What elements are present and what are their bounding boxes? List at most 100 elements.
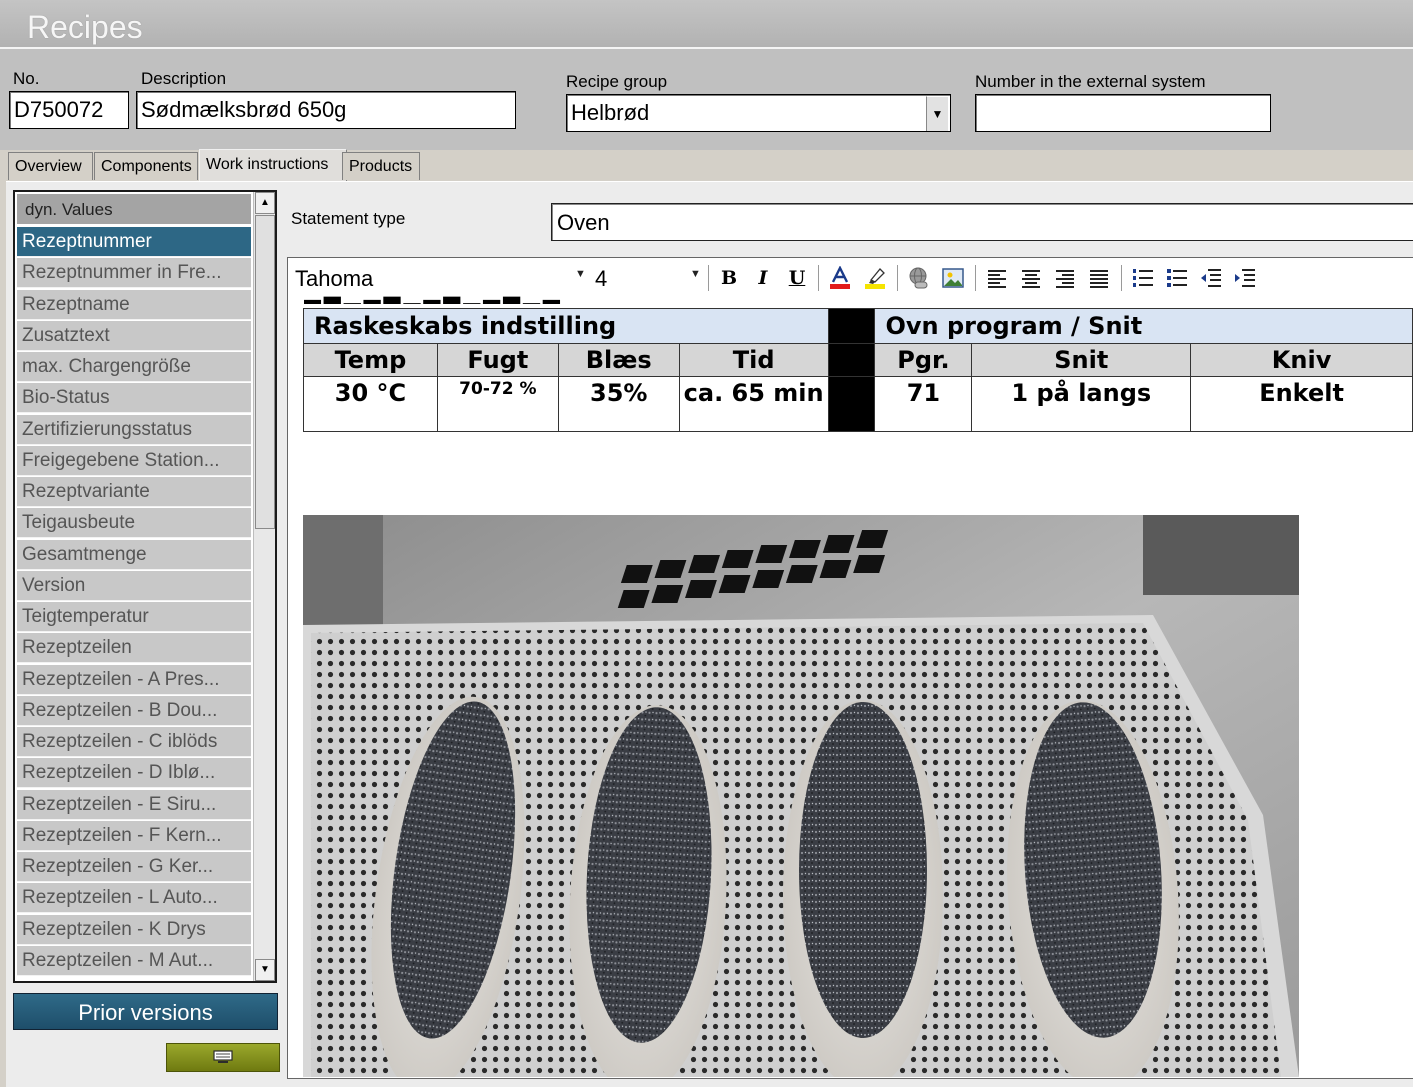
column-header-program: Pgr. [874, 343, 973, 377]
globe-link-icon [909, 267, 928, 289]
scroll-up-button[interactable]: ▲ [255, 192, 275, 214]
tab-work-instructions[interactable]: Work instructions [199, 149, 347, 181]
align-center-button[interactable] [1019, 266, 1043, 290]
clipped-text-line: ▂▃▁▂▃▁▂▃▁▂▃▁▂ [304, 294, 564, 304]
align-left-icon [988, 270, 1006, 288]
dyn-values-header: dyn. Values [17, 194, 251, 224]
statement-type-field[interactable]: Oven [551, 203, 1413, 241]
recipe-group-dropdown-button[interactable]: ▼ [926, 96, 948, 131]
list-item[interactable]: Rezeptnummer [17, 227, 251, 257]
recipe-group-select[interactable]: Helbrød [566, 94, 951, 132]
list-item[interactable]: Freigegebene Station... [17, 445, 251, 476]
bold-button[interactable]: B [717, 266, 741, 290]
font-dropdown-icon[interactable]: ▼ [575, 268, 586, 280]
toolbar-separator [897, 265, 898, 291]
dyn-values-scrollbar[interactable]: ▲ ▼ [253, 192, 275, 981]
bullet-list-button[interactable] [1165, 266, 1189, 290]
chevron-down-icon: ▼ [260, 964, 270, 975]
insert-image-button[interactable] [941, 266, 965, 290]
italic-button[interactable]: I [751, 266, 775, 290]
recipe-number-field[interactable]: D750072 [9, 91, 129, 129]
tab-products[interactable]: Products [342, 152, 420, 180]
align-right-icon [1056, 270, 1074, 288]
column-header-humidity: Fugt [436, 343, 559, 377]
description-field[interactable]: Sødmælksbrød 650g [136, 91, 516, 129]
size-dropdown-icon[interactable]: ▼ [690, 268, 701, 280]
bullet-list-icon [1167, 269, 1187, 287]
font-color-button[interactable] [828, 266, 852, 290]
list-item[interactable]: Rezeptvariante [17, 477, 251, 507]
list-item[interactable]: Rezeptzeilen - B Dou... [17, 695, 251, 726]
oven-settings-table: Raskeskabs indstilling Ovn program / Sni… [303, 308, 1413, 432]
align-left-button[interactable] [985, 266, 1009, 290]
column-header-cut: Snit [971, 343, 1192, 377]
indent-button[interactable] [1233, 266, 1257, 290]
external-number-field[interactable] [975, 94, 1271, 132]
numbered-list-button[interactable] [1131, 266, 1155, 290]
list-item[interactable]: max. Chargengröße [17, 352, 251, 382]
list-item[interactable]: Rezeptzeilen - K Drys [17, 914, 251, 945]
underline-button[interactable]: U [785, 266, 809, 290]
oven-program-header: Ovn program / Snit [874, 308, 1413, 344]
scroll-thumb[interactable] [255, 215, 275, 529]
list-item[interactable]: Rezeptname [17, 289, 251, 320]
font-size-value: 4 [595, 266, 608, 291]
cell-temp: 30 °C [303, 376, 438, 432]
list-item[interactable]: Gesamtmenge [17, 539, 251, 570]
image-icon [942, 268, 964, 288]
highlight-icon [865, 268, 885, 289]
monitor-button[interactable] [166, 1043, 280, 1072]
list-item[interactable]: Rezeptzeilen - A Pres... [17, 664, 251, 695]
align-right-button[interactable] [1053, 266, 1077, 290]
cell-cut: 1 på langs [971, 376, 1192, 432]
toolbar-separator [1121, 265, 1122, 291]
list-item[interactable]: Teigausbeute [17, 508, 251, 539]
list-item[interactable]: Bio-Status [17, 383, 251, 414]
list-item[interactable]: Rezeptzeilen [17, 633, 251, 664]
cell-time: ca. 65 min [678, 376, 829, 432]
list-item[interactable]: Rezeptzeilen - C iblöds [17, 727, 251, 757]
list-item[interactable]: Rezeptnummer in Fre... [17, 258, 251, 289]
toolbar-separator [818, 265, 819, 291]
chevron-down-icon: ▼ [931, 107, 944, 121]
align-justify-button[interactable] [1087, 266, 1111, 290]
list-item[interactable]: Zusatztext [17, 320, 251, 351]
insert-link-button[interactable] [907, 266, 931, 290]
font-size-select[interactable]: 4 [589, 261, 703, 295]
list-item[interactable]: Teigtemperatur [17, 602, 251, 632]
recipe-header: No. D750072 Description Sødmælksbrød 650… [0, 49, 1413, 150]
list-item[interactable]: Rezeptzeilen - F Kern... [17, 820, 251, 851]
window-title: Recipes [27, 9, 143, 45]
align-center-icon [1022, 270, 1040, 288]
scroll-down-button[interactable]: ▼ [255, 959, 275, 981]
recipe-group-label: Recipe group [566, 72, 668, 91]
outdent-button[interactable] [1199, 266, 1223, 290]
list-item[interactable]: Rezeptzeilen - D Iblø... [17, 758, 251, 789]
list-item[interactable]: Version [17, 570, 251, 601]
font-family-value: Tahoma [295, 266, 374, 291]
list-item[interactable]: Rezeptzeilen - G Ker... [17, 852, 251, 882]
prior-versions-button[interactable]: Prior versions [13, 993, 278, 1030]
table-divider [827, 376, 876, 432]
monitor-icon [213, 1050, 233, 1063]
list-item[interactable]: Rezeptzeilen - E Siru... [17, 789, 251, 820]
list-item[interactable]: Zertifizierungsstatus [17, 414, 251, 445]
tab-overview[interactable]: Overview [8, 152, 93, 180]
external-number-label: Number in the external system [975, 72, 1206, 91]
column-header-time: Tid [678, 343, 829, 377]
highlight-button[interactable] [863, 266, 887, 290]
chevron-up-icon: ▲ [260, 197, 270, 208]
description-label: Description [141, 69, 227, 88]
rich-text-editor[interactable]: Tahoma ▼ 4 ▼ B I U Raskeskabs indstillin… [287, 257, 1413, 1079]
list-item[interactable]: Rezeptzeilen - L Auto... [17, 883, 251, 914]
tab-components[interactable]: Components [94, 152, 198, 180]
no-label: No. [13, 69, 40, 88]
column-header-temp: Temp [303, 343, 438, 377]
table-divider [827, 343, 876, 377]
indent-icon [1235, 269, 1255, 287]
dyn-values-list[interactable]: dyn. Values Rezeptnummer Rezeptnummer in … [13, 190, 277, 983]
outdent-icon [1201, 269, 1221, 287]
column-header-blow: Blæs [557, 343, 680, 377]
font-family-select[interactable]: Tahoma [290, 261, 586, 295]
list-item[interactable]: Rezeptzeilen - M Aut... [17, 945, 251, 976]
